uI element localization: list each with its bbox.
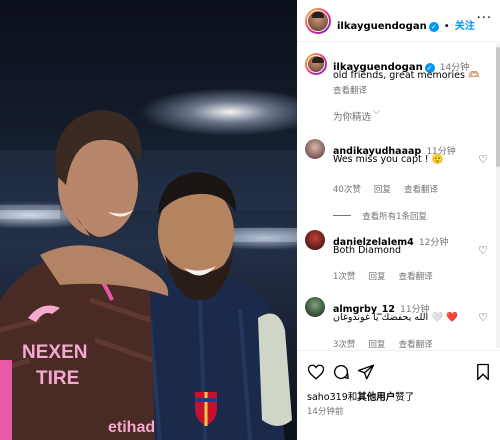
header-meta: ilkayguendogan ✓ • 关注 (337, 14, 475, 33)
view-replies-label[interactable]: 查看所有1条回复 (362, 212, 427, 222)
post-header: ilkayguendogan ✓ • 关注 ··· (297, 0, 500, 42)
translate-link[interactable]: 查看翻译 (404, 185, 438, 195)
comment-item: danielzelalem4 12分钟 Both Diamond ♡ 1次赞 回… (297, 228, 500, 282)
reply-button[interactable]: 回复 (369, 340, 386, 348)
reply-button[interactable]: 回复 (369, 272, 386, 282)
pink-sleeve (0, 360, 12, 440)
chevron-down-icon[interactable]: ⌵ (373, 107, 380, 117)
bookmark-icon[interactable] (475, 363, 491, 381)
comment-likes[interactable]: 3次赞 (333, 340, 355, 348)
comment-item: andikayudhaaap 11分钟 Wes miss you capt ! … (297, 137, 500, 227)
view-replies[interactable]: 查看所有1条回复 (333, 204, 427, 223)
jersey-sponsor-line2: TIRE (36, 368, 79, 389)
stadium-light (232, 228, 297, 242)
comment-icon[interactable] (332, 363, 350, 381)
like-heart-icon[interactable]: ♡ (478, 311, 488, 324)
comment-likes[interactable]: 40次赞 (333, 185, 361, 195)
comment-text: Both Diamond (333, 245, 401, 256)
post-photo[interactable]: NEXEN TIRE etihad (0, 0, 297, 440)
comment-actions: 3次赞 回复 查看翻译 (333, 332, 433, 348)
commenter-avatar[interactable] (305, 297, 325, 317)
comments-scrollbar[interactable] (496, 43, 500, 348)
liked-by-text[interactable]: saho319和其他用户赞了 (307, 389, 414, 403)
like-heart-icon[interactable]: ♡ (478, 153, 488, 166)
share-icon[interactable] (357, 363, 375, 381)
comment-actions: 40次赞 回复 查看翻译 (333, 177, 438, 196)
more-options-icon[interactable]: ··· (477, 11, 492, 26)
like-heart-icon[interactable]: ♡ (478, 244, 488, 257)
comment-actions: 1次赞 回复 查看翻译 (333, 264, 433, 283)
comment-time: 12分钟 (418, 238, 449, 248)
liked-by-suffix: 赞了 (395, 392, 415, 403)
caption-translate-link[interactable]: 查看翻译 (333, 84, 367, 96)
jersey-sponsor-line1: NEXEN (22, 342, 87, 363)
replies-line (333, 215, 351, 216)
comment-text: Wes miss you capt ! 🫡 (333, 154, 444, 165)
comment-text: الله يحفضك يا غوندوغان 🤍 ❤️ (333, 312, 458, 323)
liked-by-others[interactable]: 其他用户 (357, 392, 395, 403)
comments-scroll-area[interactable]: ilkayguendogan ✓ 14分钟 old friends, great … (297, 43, 500, 348)
comments-panel: ilkayguendogan ✓ • 关注 ··· ilkayguendogan ✓… (297, 0, 500, 440)
liked-by-prefix[interactable]: saho319和 (307, 392, 357, 403)
commenter-avatar[interactable] (305, 139, 325, 159)
photo-illustration: NEXEN TIRE etihad (0, 110, 297, 440)
caption-avatar[interactable] (305, 53, 327, 75)
scrollbar-thumb[interactable] (496, 47, 500, 167)
heart-icon[interactable] (307, 363, 325, 381)
comment-likes[interactable]: 1次赞 (333, 272, 355, 282)
jersey-sponsor-line3: etihad (108, 419, 155, 436)
commenter-avatar[interactable] (305, 230, 325, 250)
translate-link[interactable]: 查看翻译 (399, 272, 433, 282)
filter-label[interactable]: 为你精选 (333, 109, 371, 123)
towel (258, 313, 292, 426)
crowd-haze (0, 150, 297, 210)
follow-button[interactable]: 关注 (455, 21, 475, 32)
reply-button[interactable]: 回复 (374, 185, 391, 195)
dot-separator: • (443, 21, 450, 32)
translate-link[interactable]: 查看翻译 (399, 340, 433, 348)
author-username[interactable]: ilkayguendogan (337, 21, 427, 32)
verified-badge-icon: ✓ (428, 22, 439, 32)
author-avatar[interactable] (305, 8, 331, 34)
post-timestamp: 14分钟前 (307, 407, 344, 417)
comment-item: almgrby_12 11分钟 الله يحفضك يا غوندوغان 🤍… (297, 295, 500, 348)
caption-text: old friends, great memories 🫶🏼 (333, 70, 480, 81)
